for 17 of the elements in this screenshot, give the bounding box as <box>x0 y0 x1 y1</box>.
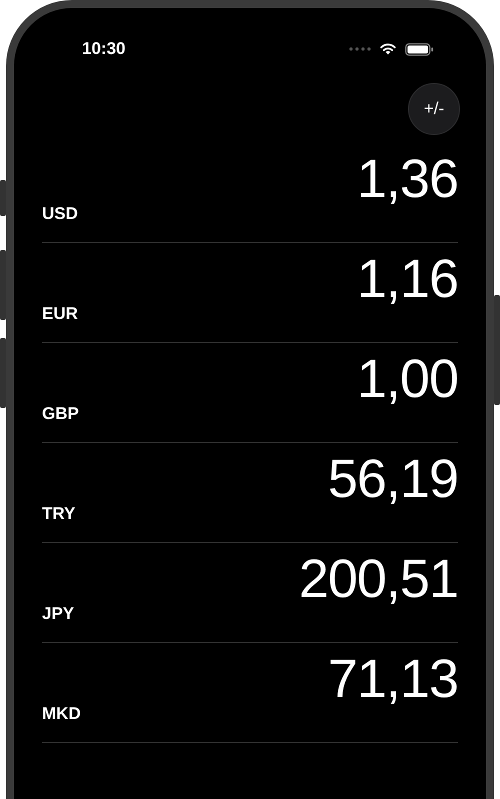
status-time: 10:30 <box>82 39 126 59</box>
currency-value: 1,00 <box>356 352 458 406</box>
signal-icon <box>349 47 371 51</box>
currency-code: GBP <box>42 404 79 424</box>
currency-value: 56,19 <box>328 452 458 506</box>
currency-value: 1,36 <box>356 152 458 206</box>
battery-icon <box>405 42 434 56</box>
currency-value: 71,13 <box>328 652 458 706</box>
currency-code: EUR <box>42 304 78 324</box>
currency-code: USD <box>42 204 78 224</box>
wifi-icon <box>380 43 396 55</box>
currency-value: 200,51 <box>298 552 458 606</box>
plus-minus-button[interactable]: +/- <box>408 83 460 135</box>
currency-code: JPY <box>42 604 74 624</box>
currency-value: 1,16 <box>356 252 458 306</box>
currency-code: TRY <box>42 504 76 524</box>
currency-code: MKD <box>42 704 81 724</box>
